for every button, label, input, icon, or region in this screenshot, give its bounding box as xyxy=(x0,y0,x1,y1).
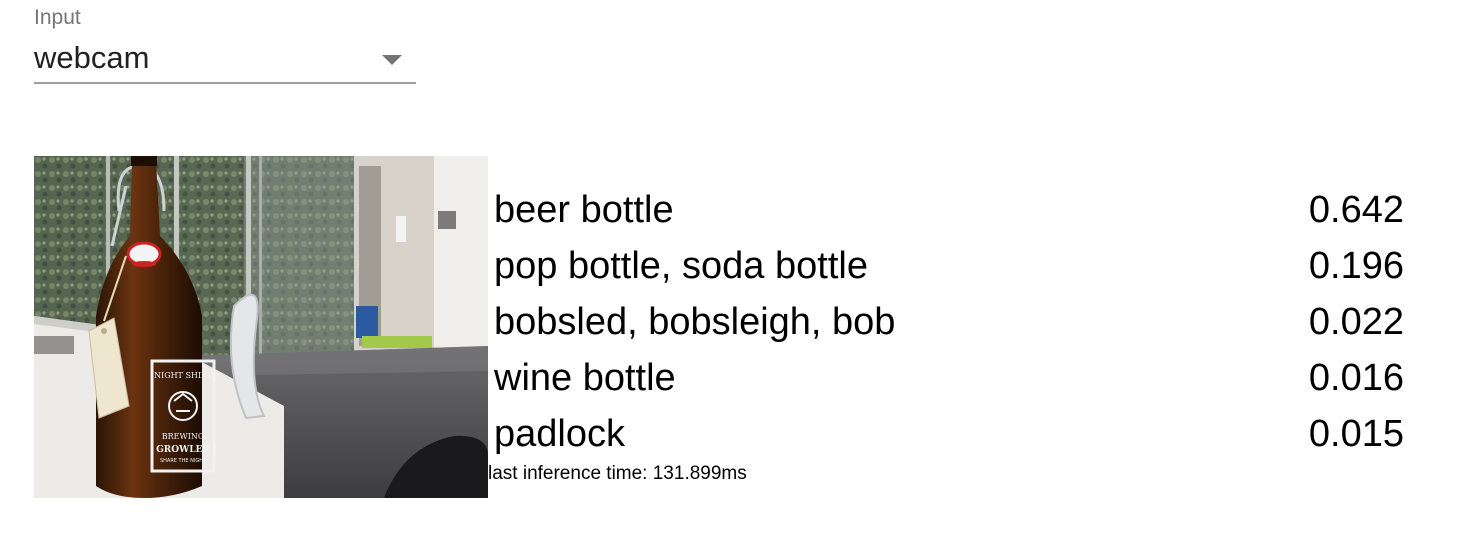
prediction-row: beer bottle 0.642 xyxy=(494,182,1404,238)
prediction-row: padlock 0.015 xyxy=(494,406,1404,462)
input-source-control: Input webcam xyxy=(34,4,416,84)
bottle-label-line: GROWLER xyxy=(156,445,210,455)
webcam-image: NIGHT SHIFT BREWING GROWLER SHARE THE NI… xyxy=(34,156,488,498)
predictions-list: beer bottle 0.642 pop bottle, soda bottl… xyxy=(494,182,1404,462)
inference-time-text: last inference time: 131.899ms xyxy=(488,463,747,484)
input-source-select[interactable]: webcam xyxy=(34,32,416,84)
prediction-label: wine bottle xyxy=(494,357,676,399)
prediction-score: 0.016 xyxy=(1308,357,1404,399)
prediction-label: bobsled, bobsleigh, bob xyxy=(494,301,896,343)
prediction-row: wine bottle 0.016 xyxy=(494,350,1404,406)
prediction-row: pop bottle, soda bottle 0.196 xyxy=(494,238,1404,294)
prediction-row: bobsled, bobsleigh, bob 0.022 xyxy=(494,294,1404,350)
dropdown-caret-icon[interactable] xyxy=(382,55,402,65)
prediction-score: 0.022 xyxy=(1308,301,1404,343)
prediction-score: 0.196 xyxy=(1308,245,1404,287)
prediction-label: beer bottle xyxy=(494,189,674,231)
bottle-label-line: NIGHT SHIFT xyxy=(154,371,213,380)
input-source-value: webcam xyxy=(34,40,150,75)
prediction-score: 0.015 xyxy=(1308,413,1404,455)
webcam-video-frame: NIGHT SHIFT BREWING GROWLER SHARE THE NI… xyxy=(34,156,488,498)
prediction-label: pop bottle, soda bottle xyxy=(494,245,868,287)
prediction-label: padlock xyxy=(494,413,625,455)
bottle-label-line: BREWING xyxy=(162,432,205,441)
prediction-score: 0.642 xyxy=(1308,189,1404,231)
input-label: Input xyxy=(34,6,81,29)
bottle-label-line: SHARE THE NIGHT xyxy=(160,458,207,464)
